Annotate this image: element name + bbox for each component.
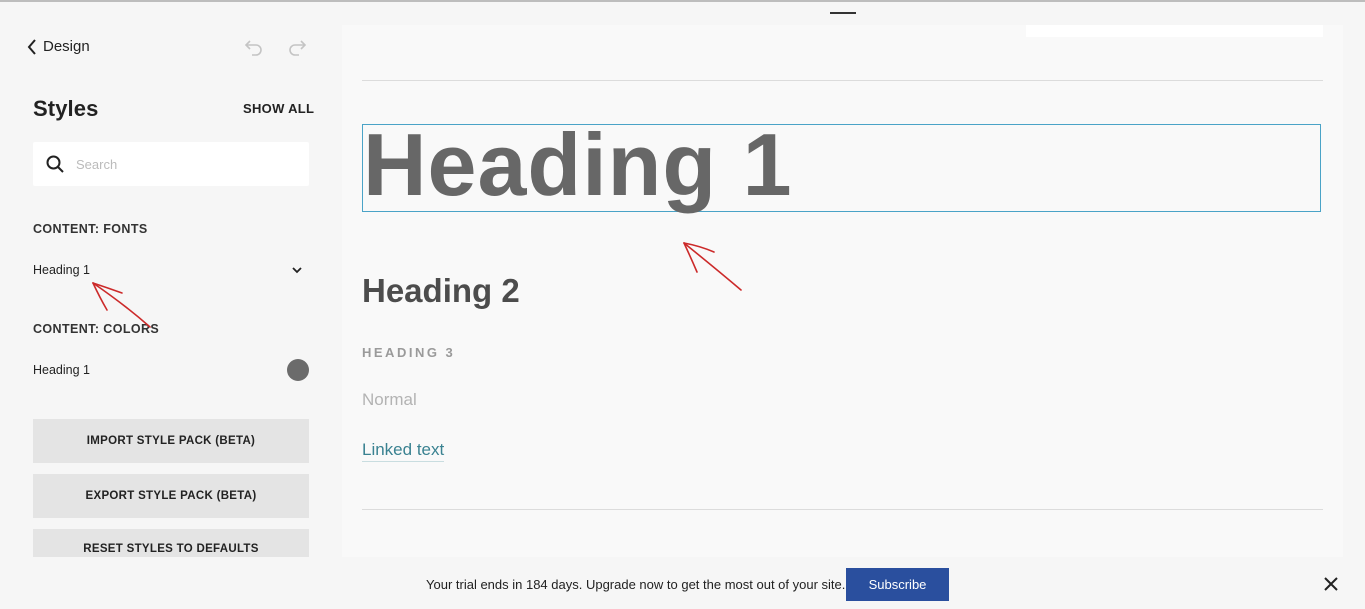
search-input[interactable] bbox=[74, 155, 298, 173]
close-icon bbox=[1324, 577, 1338, 591]
undo-icon bbox=[244, 40, 262, 56]
heading-1-sample[interactable]: Heading 1 bbox=[363, 116, 793, 214]
trial-banner: Your trial ends in 184 days. Upgrade now… bbox=[0, 557, 1365, 609]
fonts-section-label: CONTENT: FONTS bbox=[33, 222, 148, 236]
search-icon bbox=[46, 155, 64, 173]
heading-3-sample[interactable]: HEADING 3 bbox=[362, 345, 455, 360]
font-style-item-label: Heading 1 bbox=[33, 263, 90, 277]
panel-title: Styles bbox=[33, 96, 99, 121]
close-banner-button[interactable] bbox=[1323, 576, 1339, 592]
back-to-design-link[interactable]: Design bbox=[27, 38, 90, 55]
preview-top-strip bbox=[1026, 25, 1323, 37]
reset-styles-button[interactable]: RESET STYLES TO DEFAULTS bbox=[33, 529, 309, 557]
show-all-button[interactable]: SHOW ALL bbox=[243, 101, 314, 116]
redo-button[interactable] bbox=[286, 36, 308, 58]
chevron-left-icon bbox=[27, 38, 36, 55]
colors-section-label: CONTENT: COLORS bbox=[33, 322, 160, 336]
styles-sidebar: Design Styles SHOW ALL CONTENT: FONTS He… bbox=[0, 2, 341, 557]
linked-text-sample[interactable]: Linked text bbox=[362, 440, 445, 462]
color-style-item-heading-1[interactable]: Heading 1 bbox=[33, 359, 309, 381]
divider bbox=[362, 80, 1323, 81]
undo-button[interactable] bbox=[243, 36, 265, 58]
trial-message: Your trial ends in 184 days. Upgrade now… bbox=[426, 577, 846, 592]
heading-2-sample[interactable]: Heading 2 bbox=[362, 272, 520, 310]
divider bbox=[362, 509, 1323, 510]
font-style-item-heading-1[interactable]: Heading 1 bbox=[33, 260, 309, 280]
heading-1-selection[interactable]: Heading 1 bbox=[362, 116, 1321, 213]
color-style-item-label: Heading 1 bbox=[33, 363, 90, 377]
back-link-label: Design bbox=[43, 38, 90, 55]
drag-handle[interactable] bbox=[830, 12, 856, 14]
chevron-down-icon bbox=[292, 267, 302, 274]
color-swatch[interactable] bbox=[287, 359, 309, 381]
search-field[interactable] bbox=[33, 142, 309, 186]
subscribe-button[interactable]: Subscribe bbox=[846, 568, 949, 601]
style-preview-canvas: Heading 1 Heading 2 HEADING 3 Normal Lin… bbox=[342, 25, 1343, 557]
import-style-pack-button[interactable]: IMPORT STYLE PACK (BETA) bbox=[33, 419, 309, 463]
export-style-pack-button[interactable]: EXPORT STYLE PACK (BETA) bbox=[33, 474, 309, 518]
normal-text-sample[interactable]: Normal bbox=[362, 390, 417, 410]
redo-icon bbox=[289, 40, 307, 56]
